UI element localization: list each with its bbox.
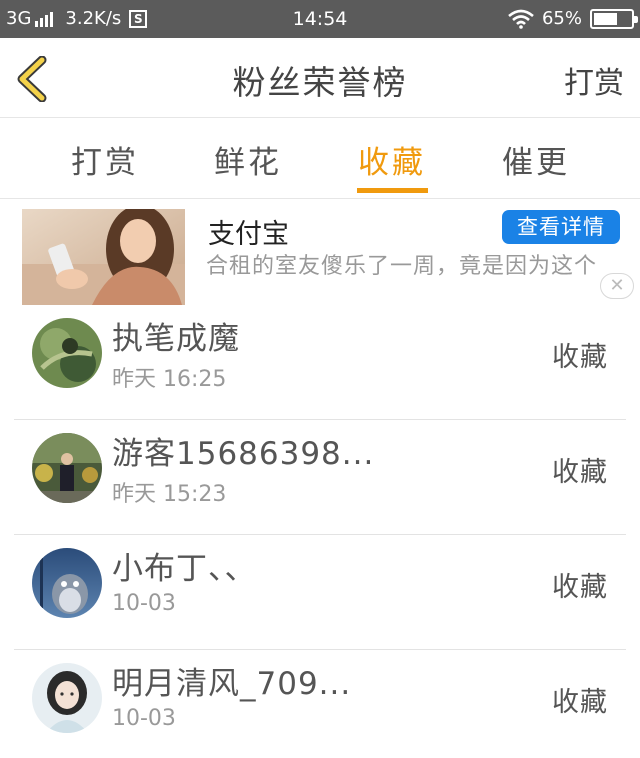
avatar[interactable] (32, 433, 102, 503)
reward-button[interactable]: 打赏 (564, 58, 624, 102)
ad-close-icon[interactable]: ✕ (600, 273, 634, 299)
status-right: 65% (508, 8, 638, 29)
tab-bar: 打赏 鲜花 收藏 催更 (0, 119, 640, 199)
list-item[interactable]: 明月清风_709... 10-03 收藏 (0, 650, 640, 758)
ad-image[interactable] (22, 209, 185, 305)
avatar[interactable] (32, 663, 102, 733)
wifi-icon (508, 9, 534, 29)
ad-view-details-button[interactable]: 查看详情 (502, 210, 620, 244)
avatar[interactable] (32, 318, 102, 388)
action-label: 收藏 (552, 342, 608, 373)
back-button[interactable] (12, 55, 52, 103)
tab-reward[interactable]: 打赏 (71, 137, 139, 182)
user-name: 小布丁、、 (112, 551, 257, 587)
user-name: 游客15686398... (112, 436, 375, 472)
action-label: 收藏 (552, 572, 608, 603)
ad-advertiser-name: 支付宝 (208, 219, 289, 250)
tab-active-indicator (357, 188, 428, 193)
battery-percent: 65% (541, 8, 582, 29)
app-header: 粉丝荣誉榜 打赏 (0, 38, 640, 118)
ad-description: 合租的室友傻乐了一周，竟是因为这个 (206, 254, 598, 279)
user-name: 执笔成魔 (112, 321, 240, 357)
action-label: 收藏 (552, 457, 608, 488)
list-item[interactable]: 执笔成魔 昨天 16:25 收藏 (0, 305, 640, 420)
timestamp: 10-03 (112, 591, 176, 616)
favorites-list: 执笔成魔 昨天 16:25 收藏 游客15686398... 昨天 15:23 … (0, 305, 640, 758)
list-item[interactable]: 小布丁、、 10-03 收藏 (0, 535, 640, 650)
tab-flowers[interactable]: 鲜花 (214, 137, 282, 182)
status-bar: 3G 3.2K/s S 14:54 65% (0, 0, 640, 38)
avatar[interactable] (32, 548, 102, 618)
action-label: 收藏 (552, 687, 608, 718)
ad-banner[interactable]: 支付宝 查看详情 合租的室友傻乐了一周，竟是因为这个 (0, 200, 640, 305)
timestamp: 昨天 15:23 (112, 482, 227, 507)
battery-icon (590, 8, 638, 29)
page-title: 粉丝荣誉榜 (232, 63, 408, 102)
user-name: 明月清风_709... (112, 666, 352, 702)
timestamp: 昨天 16:25 (112, 367, 227, 392)
chevron-left-icon (17, 55, 47, 103)
tab-favorites[interactable]: 收藏 (358, 137, 426, 182)
tab-urge-update[interactable]: 催更 (502, 137, 570, 182)
list-item[interactable]: 游客15686398... 昨天 15:23 收藏 (0, 420, 640, 535)
timestamp: 10-03 (112, 706, 176, 731)
